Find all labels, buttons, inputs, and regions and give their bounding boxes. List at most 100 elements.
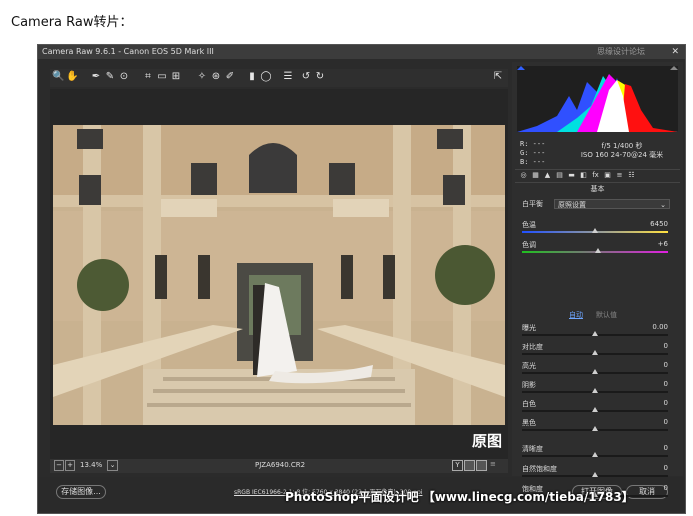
snapshots-icon[interactable]: ☷: [627, 171, 636, 180]
camera-calibration-icon[interactable]: ▣: [603, 171, 612, 180]
transform-icon[interactable]: ⊞: [170, 71, 182, 83]
slider-label: 对比度: [522, 343, 543, 351]
close-icon[interactable]: ✕: [671, 45, 679, 59]
slider-value[interactable]: 0: [664, 444, 668, 452]
tint-label: 色调: [522, 241, 536, 249]
slider-value[interactable]: 0.00: [652, 323, 668, 331]
chevron-down-icon[interactable]: ⌄: [107, 460, 118, 471]
slider-value[interactable]: 0: [664, 464, 668, 472]
straighten-icon[interactable]: ▭: [156, 71, 168, 83]
filename: PJZA6940.CR2: [255, 461, 306, 469]
adjustment-brush-icon[interactable]: ✐: [224, 71, 236, 83]
slider-row: 高光 0: [522, 361, 674, 379]
slider-thumb[interactable]: [592, 452, 598, 457]
window-title: Camera Raw 9.6.1 - Canon EOS 5D Mark III: [42, 47, 214, 56]
photo-illustration: [53, 125, 505, 425]
slider-row: 清晰度 0: [522, 444, 674, 462]
slider-label: 阴影: [522, 381, 536, 389]
white-balance-label: 白平衡: [522, 200, 543, 208]
toolbar: ⇱ 🔍 ✋ ✒ ✎ ⊙ ⌗ ▭ ⊞ ✧ ⊛ ✐ ▮ ◯ ☰ ↺ ↻: [50, 69, 508, 87]
open-preferences-icon[interactable]: ⇱: [492, 71, 504, 83]
slider-row: 白色 0: [522, 399, 674, 417]
panel-tabs: ◎ ▦ ▲ ▤ ▬ ◧ fx ▣ ≡ ☷: [515, 169, 680, 183]
radial-filter-icon[interactable]: ◯: [260, 71, 272, 83]
rotate-left-icon[interactable]: ↺: [300, 71, 312, 83]
slider-value[interactable]: 0: [664, 399, 668, 407]
rotate-right-icon[interactable]: ↻: [314, 71, 326, 83]
slider-value[interactable]: 0: [664, 484, 668, 492]
slider-value[interactable]: 0: [664, 361, 668, 369]
wedding-photo: [53, 125, 505, 425]
white-balance-icon[interactable]: ✒: [90, 71, 102, 83]
tint-row: 色调 +6: [522, 240, 674, 258]
zoom-icon[interactable]: 🔍: [52, 71, 64, 83]
temperature-value[interactable]: 6450: [650, 220, 668, 228]
white-balance-value: 原照设置: [558, 201, 586, 209]
original-label: 原图: [471, 432, 502, 450]
chevron-down-icon: ⌄: [660, 201, 666, 209]
forum-watermark: 思缘设计论坛: [597, 47, 645, 56]
slider-thumb[interactable]: [592, 350, 598, 355]
slider-label: 白色: [522, 400, 536, 408]
iso-lens-info: ISO 160 24-70@24 毫米: [580, 151, 664, 159]
settings-icon[interactable]: ≡: [490, 460, 500, 469]
save-image-button[interactable]: 存储图像...: [56, 485, 106, 499]
white-balance-row: 白平衡 原照设置 ⌄: [522, 199, 674, 210]
camera-raw-window: Camera Raw 9.6.1 - Canon EOS 5D Mark III…: [37, 44, 686, 514]
slider-row: 曝光 0.00: [522, 323, 674, 341]
tint-thumb[interactable]: [594, 248, 601, 253]
slider-thumb[interactable]: [592, 369, 598, 374]
slider-row: 阴影 0: [522, 380, 674, 398]
white-balance-select[interactable]: 原照设置 ⌄: [554, 199, 670, 209]
green-value: G: ---: [520, 149, 546, 157]
image-canvas: 原图: [50, 89, 508, 459]
split-tone-icon[interactable]: ▬: [567, 171, 576, 180]
red-value: R: ---: [520, 140, 546, 148]
before-after-copy-icon[interactable]: [476, 460, 487, 471]
tone-curve-icon[interactable]: ▦: [531, 171, 540, 180]
slider-thumb[interactable]: [592, 407, 598, 412]
site-watermark: PhotoShop平面设计吧 【www.linecg.com/tieba/178…: [285, 490, 634, 504]
before-after-y-button[interactable]: Y: [452, 460, 463, 471]
detail-icon[interactable]: ▲: [543, 171, 552, 180]
fx-icon[interactable]: fx: [591, 171, 600, 180]
list-icon[interactable]: ☰: [282, 71, 294, 83]
slider-value[interactable]: 0: [664, 380, 668, 388]
histogram: [517, 66, 678, 132]
page-caption: Camera Raw转片：: [11, 15, 133, 30]
rgb-readout: R: --- G: --- B: ---: [520, 140, 545, 167]
tint-value[interactable]: +6: [658, 240, 668, 248]
slider-row: 黑色 0: [522, 418, 674, 436]
graduated-filter-icon[interactable]: ▮: [246, 71, 258, 83]
spot-removal-icon[interactable]: ✧: [196, 71, 208, 83]
hsl-icon[interactable]: ▤: [555, 171, 564, 180]
zoom-out-button[interactable]: −: [54, 460, 64, 471]
auto-link[interactable]: 自动: [569, 310, 583, 320]
slider-value[interactable]: 0: [664, 418, 668, 426]
target-adjust-icon[interactable]: ⊙: [118, 71, 130, 83]
color-sampler-icon[interactable]: ✎: [104, 71, 116, 83]
slider-thumb[interactable]: [592, 426, 598, 431]
temperature-row: 色温 6450: [522, 220, 674, 238]
blue-value: B: ---: [520, 158, 546, 166]
crop-icon[interactable]: ⌗: [142, 71, 154, 83]
default-link[interactable]: 默认值: [596, 310, 617, 320]
title-bar: Camera Raw 9.6.1 - Canon EOS 5D Mark III…: [38, 45, 685, 59]
zoom-level[interactable]: 13.4%: [80, 461, 102, 469]
section-title: 基本: [590, 185, 605, 193]
status-bar: − + 13.4% ⌄ PJZA6940.CR2 Y ≡: [50, 459, 508, 473]
slider-label: 自然饱和度: [522, 465, 557, 473]
hand-icon[interactable]: ✋: [66, 71, 78, 83]
temperature-thumb[interactable]: [592, 228, 598, 233]
histogram-graph: [517, 66, 678, 132]
slider-thumb[interactable]: [592, 472, 598, 477]
basic-icon[interactable]: ◎: [519, 171, 528, 180]
before-after-swap-icon[interactable]: [464, 460, 475, 471]
lens-icon[interactable]: ◧: [579, 171, 588, 180]
slider-thumb[interactable]: [592, 388, 598, 393]
slider-thumb[interactable]: [592, 331, 598, 336]
presets-icon[interactable]: ≡: [615, 171, 624, 180]
red-eye-icon[interactable]: ⊛: [210, 71, 222, 83]
zoom-in-button[interactable]: +: [65, 460, 75, 471]
slider-value[interactable]: 0: [664, 342, 668, 350]
